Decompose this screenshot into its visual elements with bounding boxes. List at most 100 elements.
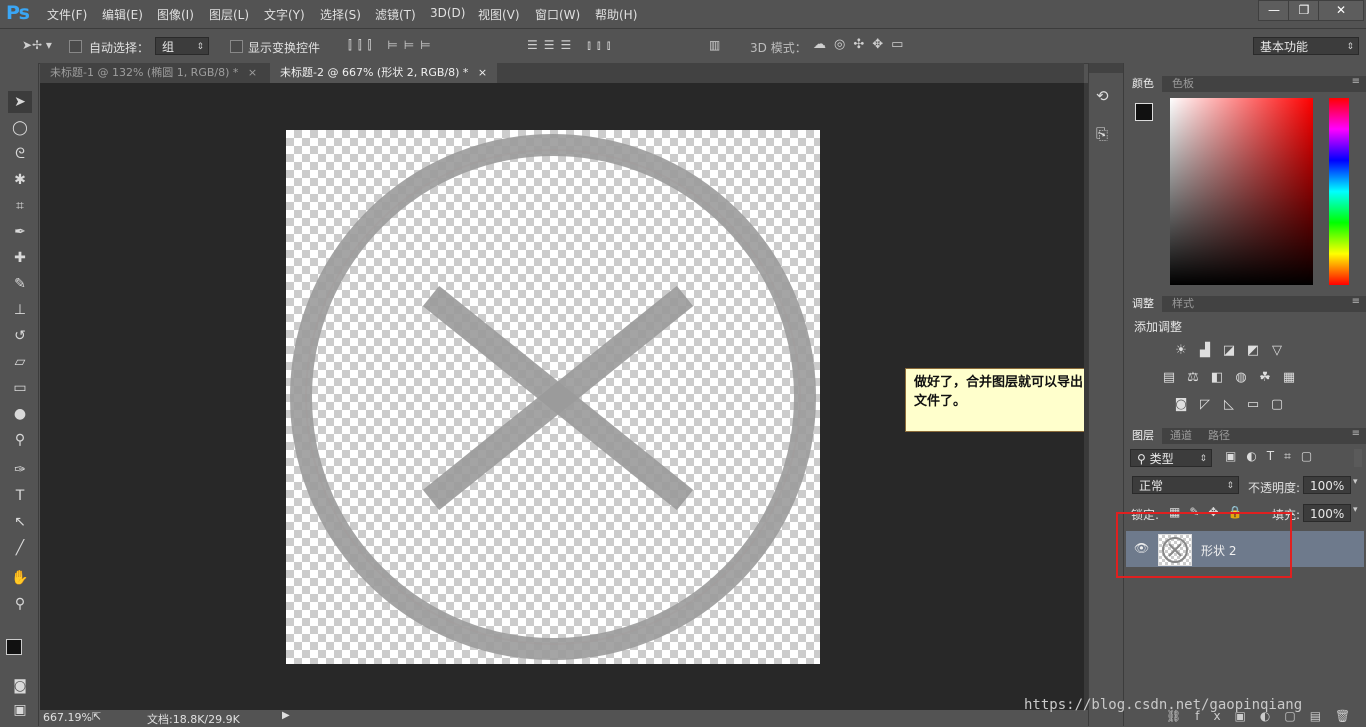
- posterize-icon[interactable]: ◸: [1197, 398, 1213, 412]
- menu-view[interactable]: 视图(V): [478, 6, 520, 23]
- threshold-icon[interactable]: ◺: [1221, 398, 1237, 412]
- color-foreground-swatch[interactable]: [1135, 103, 1153, 121]
- 3d-mode-icons[interactable]: ☁◎✣✥▭: [813, 37, 911, 52]
- history-brush-icon[interactable]: ↺: [8, 325, 32, 347]
- panel-menu-icon[interactable]: ≡: [1352, 76, 1360, 87]
- blend-mode-dropdown[interactable]: 正常 ⇕: [1132, 476, 1239, 494]
- layers-panel-tabs: 图层 通道 路径 ≡: [1124, 428, 1366, 444]
- path-select-icon[interactable]: ↖: [8, 511, 32, 533]
- eyedropper-icon[interactable]: ✒: [8, 221, 32, 243]
- saturation-brightness-field[interactable]: [1170, 98, 1313, 285]
- gradient-map-icon[interactable]: ▭: [1245, 398, 1261, 412]
- menu-help[interactable]: 帮助(H): [595, 6, 637, 23]
- document-canvas[interactable]: [286, 130, 820, 664]
- move-tool-icon[interactable]: ➤: [8, 91, 32, 113]
- menu-layer[interactable]: 图层(L): [209, 6, 249, 23]
- close-button[interactable]: ✕: [1318, 0, 1364, 21]
- zoom-icon[interactable]: ⚲: [8, 593, 32, 615]
- auto-align-icon[interactable]: ▥: [709, 38, 720, 52]
- color-balance-icon[interactable]: ⚖: [1185, 371, 1201, 385]
- layer-filter-dropdown[interactable]: ⚲ 类型 ⇕: [1130, 449, 1212, 467]
- fill-input[interactable]: 100%: [1303, 504, 1351, 522]
- vibrance-icon[interactable]: ▽: [1269, 344, 1285, 358]
- opacity-arrow-icon[interactable]: ▾: [1353, 477, 1358, 487]
- history-panel-icon[interactable]: ⟲: [1096, 87, 1109, 105]
- menu-file[interactable]: 文件(F): [47, 6, 87, 23]
- pen-icon[interactable]: ✑: [8, 459, 32, 481]
- line-tool-icon[interactable]: ╱: [8, 537, 32, 559]
- magic-wand-icon[interactable]: ✱: [8, 169, 32, 191]
- auto-select-checkbox[interactable]: [69, 40, 82, 53]
- curves-icon[interactable]: ◪: [1221, 344, 1237, 358]
- black-white-icon[interactable]: ◧: [1209, 371, 1225, 385]
- filter-toggle[interactable]: [1354, 449, 1362, 467]
- quick-mask-icon[interactable]: ◙: [8, 675, 32, 697]
- lasso-icon[interactable]: ᘓ: [8, 143, 32, 165]
- color-lookup-icon[interactable]: ▦: [1281, 371, 1297, 385]
- channel-mixer-icon[interactable]: ☘: [1257, 371, 1273, 385]
- type-tool-icon[interactable]: T: [8, 485, 32, 507]
- menu-type[interactable]: 文字(Y): [264, 6, 305, 23]
- menu-3d[interactable]: 3D(D): [430, 6, 465, 20]
- hue-slider[interactable]: [1329, 98, 1349, 285]
- minimize-button[interactable]: —: [1258, 0, 1290, 21]
- brightness-icon[interactable]: ☀: [1173, 344, 1189, 358]
- levels-icon[interactable]: ▟: [1197, 344, 1213, 358]
- ellipse-marquee-icon[interactable]: ◯: [8, 117, 32, 139]
- hand-icon[interactable]: ✋: [8, 567, 32, 589]
- tab-styles[interactable]: 样式: [1164, 296, 1202, 312]
- tab-swatches[interactable]: 色板: [1164, 76, 1202, 92]
- photoshop-logo: Ps: [6, 2, 30, 24]
- dodge-icon[interactable]: ⚲: [8, 429, 32, 451]
- layer-filter-icons[interactable]: ▣◐T⌗▢: [1225, 449, 1322, 464]
- hue-saturation-icon[interactable]: ▤: [1161, 371, 1177, 385]
- menu-filter[interactable]: 滤镜(T): [375, 6, 416, 23]
- annotation-note: 做好了，合并图层就可以导出文件了。: [905, 368, 1099, 432]
- photo-filter-icon[interactable]: ◍: [1233, 371, 1249, 385]
- exposure-icon[interactable]: ◩: [1245, 344, 1261, 358]
- properties-panel-icon[interactable]: ⎘: [1096, 125, 1108, 143]
- brush-icon[interactable]: ✎: [8, 273, 32, 295]
- crop-icon[interactable]: ⌗: [8, 195, 32, 217]
- tab-adjustments[interactable]: 调整: [1124, 296, 1162, 312]
- show-transform-checkbox[interactable]: [230, 40, 243, 53]
- share-icon[interactable]: ⇱: [92, 710, 101, 723]
- opacity-input[interactable]: 100%: [1303, 476, 1351, 494]
- panel-menu-icon[interactable]: ≡: [1352, 296, 1360, 307]
- restore-button[interactable]: ❐: [1288, 0, 1320, 21]
- close-tab-icon[interactable]: ×: [248, 66, 257, 79]
- gradient-icon[interactable]: ▭: [8, 377, 32, 399]
- collapsed-panels-strip: ⟲ ⎘: [1088, 63, 1124, 726]
- invert-icon[interactable]: ◙: [1173, 398, 1189, 412]
- dropdown-arrow-icon: ⇕: [1346, 42, 1354, 52]
- close-circle-shape: [290, 134, 816, 660]
- healing-brush-icon[interactable]: ✚: [8, 247, 32, 269]
- fill-arrow-icon[interactable]: ▾: [1353, 505, 1358, 515]
- status-menu-arrow-icon[interactable]: ▶: [282, 710, 290, 721]
- tab-layers[interactable]: 图层: [1124, 428, 1162, 444]
- tab-paths[interactable]: 路径: [1200, 428, 1238, 444]
- tab-channels[interactable]: 通道: [1162, 428, 1200, 444]
- menu-window[interactable]: 窗口(W): [535, 6, 580, 23]
- close-tab-icon[interactable]: ×: [478, 66, 487, 79]
- zoom-level[interactable]: 667.19%: [43, 711, 92, 724]
- menu-image[interactable]: 图像(I): [157, 6, 194, 23]
- tab-document-1[interactable]: 未标题-1 @ 132% (椭圆 1, RGB/8) * ×: [40, 63, 268, 83]
- menu-select[interactable]: 选择(S): [320, 6, 361, 23]
- menu-bar: Ps 文件(F) 编辑(E) 图像(I) 图层(L) 文字(Y) 选择(S) 滤…: [0, 0, 1366, 28]
- workspace-dropdown[interactable]: 基本功能 ⇕: [1253, 37, 1359, 55]
- auto-select-dropdown[interactable]: 组 ⇕: [155, 37, 209, 55]
- tab-color[interactable]: 颜色: [1124, 76, 1162, 92]
- eraser-icon[interactable]: ▱: [8, 351, 32, 373]
- panel-menu-icon[interactable]: ≡: [1352, 428, 1360, 439]
- blur-icon[interactable]: ●: [8, 403, 32, 425]
- screen-mode-icon[interactable]: ▣: [8, 699, 32, 721]
- stamp-icon[interactable]: ⊥: [8, 299, 32, 321]
- tab-document-2[interactable]: 未标题-2 @ 667% (形状 2, RGB/8) * ×: [270, 63, 497, 83]
- selective-color-icon[interactable]: ▢: [1269, 398, 1285, 412]
- move-tool-preset-icon[interactable]: ➤✢ ▾: [22, 38, 52, 52]
- menu-edit[interactable]: 编辑(E): [102, 6, 143, 23]
- distribute-icons[interactable]: ☰☰☰ ⫾⫾⫾: [527, 38, 617, 53]
- foreground-color-swatch[interactable]: [6, 639, 22, 655]
- align-icons[interactable]: ⫿⫿⫿ ⊨⊨⊨: [348, 38, 437, 53]
